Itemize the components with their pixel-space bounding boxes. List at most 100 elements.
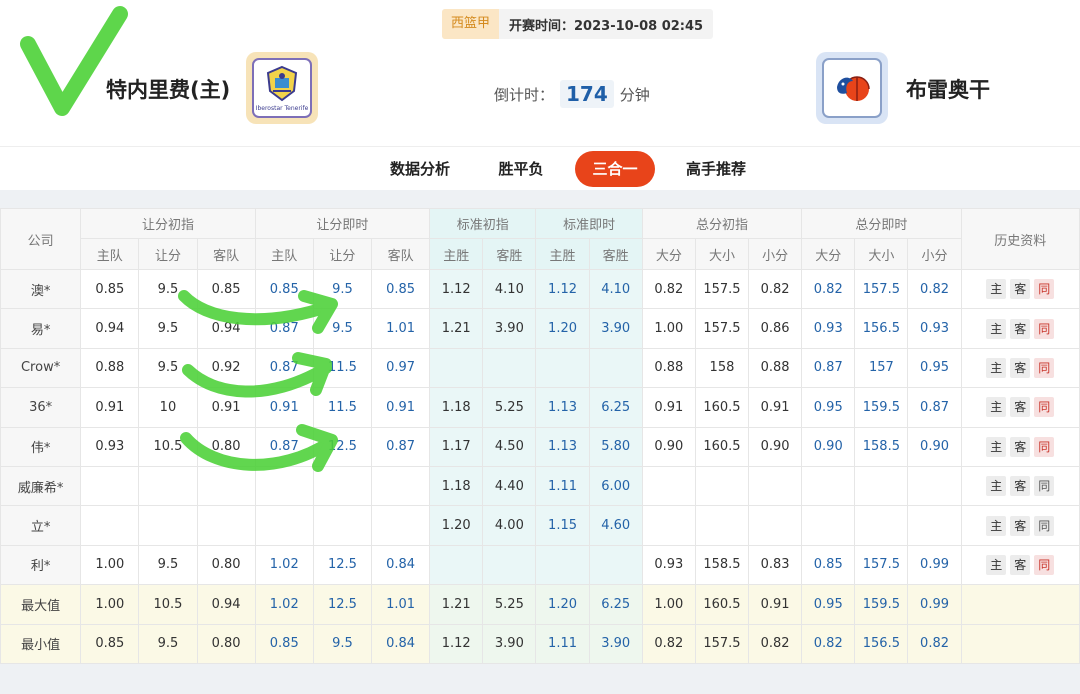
table-row[interactable]: 立* 1.20 4.00 1.15 4.60 主客同 — [0, 505, 1080, 546]
summary-cell: 160.5 — [694, 584, 750, 625]
history-away-button[interactable]: 客 — [1010, 357, 1031, 378]
company-name[interactable]: 利* — [0, 544, 82, 586]
odds-cell — [312, 465, 373, 507]
odds-cell — [80, 505, 140, 546]
history-same-button[interactable]: 同 — [1034, 279, 1055, 300]
history-same-button[interactable]: 同 — [1034, 436, 1055, 457]
column-header: 大小 — [854, 238, 909, 270]
summary-cell: 0.82 — [641, 623, 696, 665]
history-away-button[interactable]: 客 — [1010, 318, 1031, 339]
odds-cell — [138, 505, 198, 546]
odds-cell — [370, 505, 431, 546]
summary-cell: 156.5 — [854, 623, 909, 665]
history-home-button[interactable]: 主 — [986, 476, 1007, 497]
odds-cell: 1.20 — [429, 505, 484, 546]
history-home-button[interactable]: 主 — [986, 279, 1007, 300]
summary-cell: 157.5 — [694, 623, 750, 665]
odds-cell — [694, 505, 750, 546]
history-away-button[interactable]: 客 — [1010, 436, 1031, 457]
table-row[interactable]: 易* 0.94 9.5 0.94 0.87 9.5 1.01 1.21 3.90 1.20 3.90… — [0, 308, 1080, 349]
odds-cell: 9.5 — [138, 268, 198, 310]
summary-cell: 0.82 — [801, 623, 856, 665]
odds-cell — [748, 505, 803, 546]
table-row[interactable]: 澳* 0.85 9.5 0.85 0.85 9.5 0.85 1.12 4.10 1.12 4.10… — [0, 268, 1080, 310]
history-same-button[interactable]: 同 — [1034, 476, 1055, 497]
history-home-button[interactable]: 主 — [986, 554, 1007, 575]
away-team-logo[interactable] — [816, 52, 888, 124]
odds-cell: 1.15 — [535, 505, 590, 546]
odds-cell: 157.5 — [854, 544, 909, 586]
tab-expert-picks[interactable]: 高手推荐 — [678, 151, 754, 187]
odds-cell: 0.91 — [254, 387, 314, 428]
odds-cell — [196, 465, 256, 507]
countdown-value: 174 — [560, 80, 614, 108]
history-same-button[interactable]: 同 — [1034, 554, 1055, 575]
history-away-button[interactable]: 客 — [1010, 554, 1031, 575]
league-badge[interactable]: 西篮甲 — [442, 9, 500, 39]
odds-cell — [588, 347, 643, 389]
group-header: 让分即时 — [254, 208, 431, 239]
history-same-button[interactable]: 同 — [1034, 515, 1055, 536]
history-home-button[interactable]: 主 — [986, 515, 1007, 536]
summary-cell: 1.12 — [429, 623, 484, 665]
company-name[interactable]: 立* — [0, 505, 82, 546]
odds-cell: 0.94 — [80, 308, 140, 349]
history-same-button[interactable]: 同 — [1034, 318, 1055, 339]
summary-cell: 5.25 — [482, 584, 537, 625]
history-header: 历史资料 — [960, 208, 1080, 270]
company-name[interactable]: 36* — [0, 387, 82, 428]
history-away-button[interactable]: 客 — [1010, 279, 1031, 300]
odds-cell — [641, 465, 696, 507]
summary-cell: 0.91 — [748, 584, 803, 625]
history-same-button[interactable]: 同 — [1034, 397, 1055, 418]
odds-cell: 1.00 — [80, 544, 140, 586]
company-name[interactable]: 易* — [0, 308, 82, 349]
odds-cell: 1.18 — [429, 387, 484, 428]
history-home-button[interactable]: 主 — [986, 357, 1007, 378]
history-cell: 主客同 — [960, 347, 1080, 389]
company-name[interactable]: 澳* — [0, 268, 82, 310]
table-row[interactable]: 威廉希* 1.18 4.40 1.11 6.00 主客同 — [0, 465, 1080, 507]
away-team-name[interactable]: 布雷奥干 — [906, 74, 990, 104]
odds-cell: 0.87 — [907, 387, 962, 428]
summary-cell: 1.02 — [254, 584, 314, 625]
column-header: 让分 — [138, 238, 198, 270]
odds-cell: 0.90 — [748, 426, 803, 467]
tab-data-analysis[interactable]: 数据分析 — [380, 151, 460, 187]
table-row[interactable]: 36* 0.91 10 0.91 0.91 11.5 0.91 1.18 5.25 1.13 6.2… — [0, 387, 1080, 428]
odds-cell: 1.11 — [535, 465, 590, 507]
table-row[interactable]: 利* 1.00 9.5 0.80 1.02 12.5 0.84 0.93 158.5 0.83 0.… — [0, 544, 1080, 586]
odds-cell: 9.5 — [312, 268, 373, 310]
history-away-button[interactable]: 客 — [1010, 515, 1031, 536]
tab-win-draw-lose[interactable]: 胜平负 — [488, 151, 554, 187]
odds-table: 公司 让分初指 让分即时 标准初指 标准即时 总分初指 总分即时 历史资料 主队… — [0, 208, 1080, 665]
history-cell: 主客同 — [960, 387, 1080, 428]
table-row[interactable]: Crow* 0.88 9.5 0.92 0.87 11.5 0.97 0.88 158 0.88 0… — [0, 347, 1080, 389]
history-same-button[interactable]: 同 — [1034, 357, 1055, 378]
odds-cell: 1.02 — [254, 544, 314, 586]
history-cell-empty — [960, 584, 1080, 625]
history-away-button[interactable]: 客 — [1010, 397, 1031, 418]
table-row[interactable]: 伟* 0.93 10.5 0.80 0.87 12.5 0.87 1.17 4.50 1.13 5.… — [0, 426, 1080, 467]
summary-cell: 1.21 — [429, 584, 484, 625]
history-home-button[interactable]: 主 — [986, 436, 1007, 457]
odds-cell: 9.5 — [312, 308, 373, 349]
history-away-button[interactable]: 客 — [1010, 476, 1031, 497]
summary-cell: 10.5 — [138, 584, 198, 625]
odds-cell: 157.5 — [694, 268, 750, 310]
odds-cell: 0.86 — [748, 308, 803, 349]
home-team-name[interactable]: 特内里费(主) — [106, 74, 230, 104]
history-home-button[interactable]: 主 — [986, 397, 1007, 418]
column-header: 大小 — [694, 238, 750, 270]
company-name[interactable]: Crow* — [0, 347, 82, 389]
odds-cell: 0.80 — [196, 426, 256, 467]
history-home-button[interactable]: 主 — [986, 318, 1007, 339]
tab-three-in-one[interactable]: 三合一 — [575, 151, 655, 187]
odds-cell: 156.5 — [854, 308, 909, 349]
home-team-logo[interactable]: Iberostar Tenerife — [246, 52, 318, 124]
company-name[interactable]: 伟* — [0, 426, 82, 467]
company-name[interactable]: 威廉希* — [0, 465, 82, 507]
odds-cell: 0.82 — [641, 268, 696, 310]
odds-cell — [312, 505, 373, 546]
odds-cell: 0.90 — [907, 426, 962, 467]
